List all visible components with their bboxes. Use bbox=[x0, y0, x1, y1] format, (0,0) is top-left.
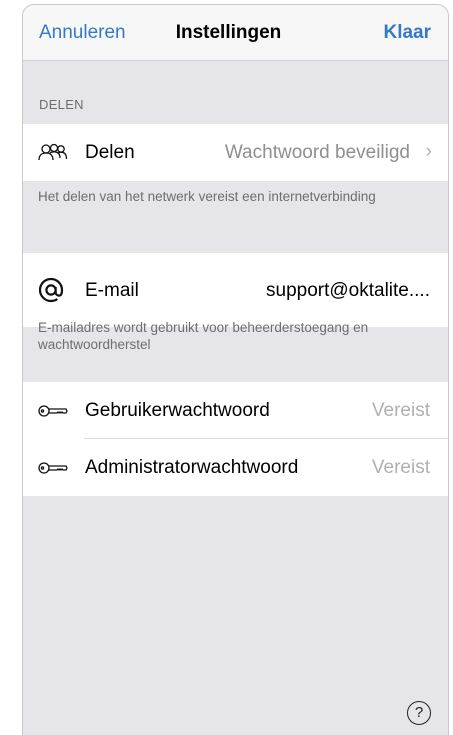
sharing-footer: Het delen van het netwerk vereist een in… bbox=[38, 189, 376, 204]
email-value: support@oktalite.... bbox=[266, 280, 430, 301]
chevron-right-icon: › bbox=[425, 141, 432, 162]
user-password-row[interactable]: Gebruikerwachtwoord Vereist bbox=[23, 382, 448, 439]
admin-password-row[interactable]: Administratorwachtwoord Vereist bbox=[23, 439, 448, 496]
settings-sheet: Annuleren Instellingen Klaar DELEN Delen… bbox=[22, 4, 449, 735]
at-sign-icon bbox=[38, 277, 64, 308]
email-footer: E-mailadres wordt gebruikt voor beheerde… bbox=[38, 320, 369, 352]
people-icon bbox=[38, 143, 68, 168]
help-icon[interactable]: ? bbox=[407, 701, 431, 725]
admin-password-label: Administratorwachtwoord bbox=[85, 457, 299, 478]
email-label: E-mail bbox=[85, 280, 139, 301]
sharing-label: Delen bbox=[85, 142, 135, 163]
admin-password-value: Vereist bbox=[371, 457, 430, 478]
email-row[interactable]: E-mail support@oktalite.... bbox=[23, 253, 448, 327]
sharing-value: Wachtwoord beveiligd bbox=[224, 142, 410, 163]
key-icon bbox=[38, 461, 68, 480]
done-button[interactable]: Klaar bbox=[383, 22, 431, 44]
sharing-row[interactable]: Delen Wachtwoord beveiligd › bbox=[23, 124, 448, 181]
section-header-sharing: DELEN bbox=[39, 97, 84, 112]
navigation-bar: Annuleren Instellingen Klaar bbox=[23, 5, 448, 61]
key-icon bbox=[38, 404, 68, 423]
user-password-label: Gebruikerwachtwoord bbox=[85, 400, 270, 421]
user-password-value: Vereist bbox=[371, 400, 430, 421]
row-divider bbox=[84, 438, 448, 439]
